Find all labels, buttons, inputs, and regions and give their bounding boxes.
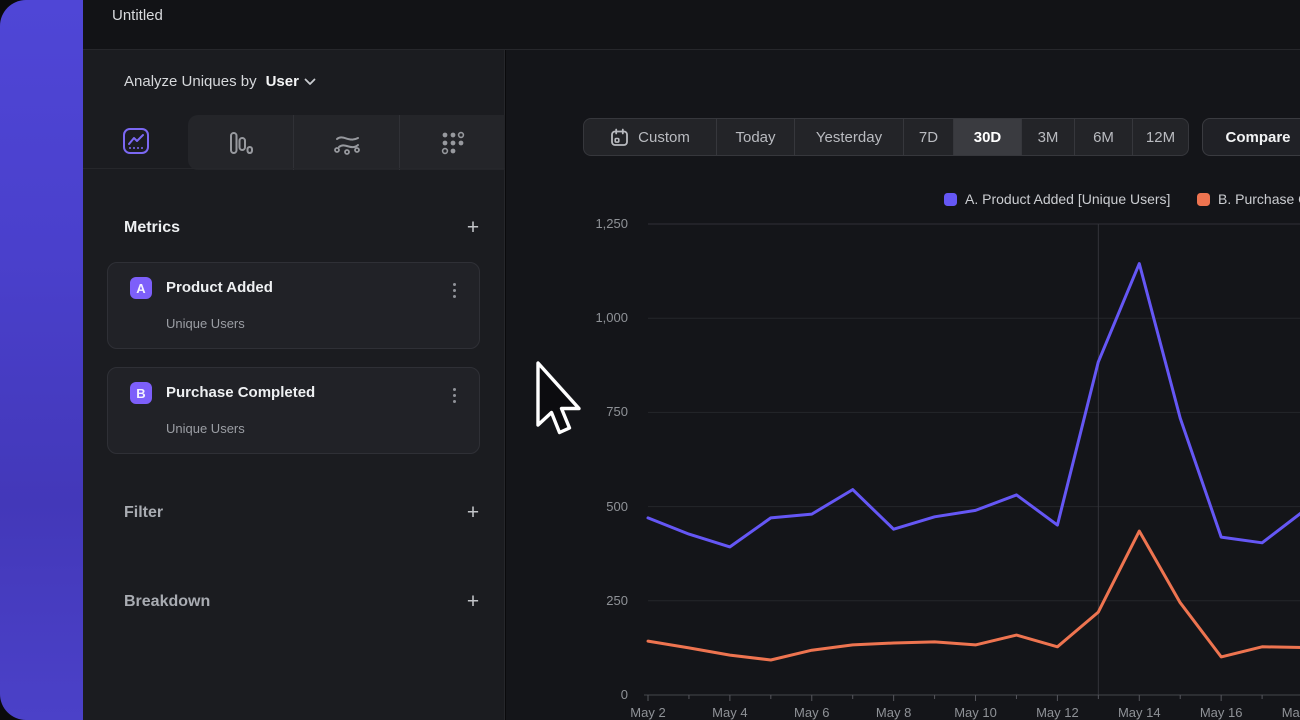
chart-type-tabs xyxy=(83,113,505,168)
app-nav-strip xyxy=(0,0,83,720)
series-line-a xyxy=(648,264,1300,547)
y-axis-tick-label: 250 xyxy=(553,593,628,608)
metric-title: Purchase Completed xyxy=(166,384,315,401)
y-axis-tick-label: 1,000 xyxy=(553,310,628,325)
filter-header-row: Filter + xyxy=(124,502,484,524)
x-axis-tick-label: May 8 xyxy=(864,705,924,720)
metric-badge-a: A xyxy=(130,277,152,299)
x-axis-tick-label: May 18 xyxy=(1273,705,1300,720)
x-axis-tick-label: May 4 xyxy=(700,705,760,720)
metric-subtitle: Unique Users xyxy=(166,421,245,436)
analyze-by-dropdown[interactable]: User xyxy=(266,73,316,90)
chevron-down-icon xyxy=(304,78,316,86)
metrics-header-row: Metrics + xyxy=(124,217,484,239)
y-axis-tick-label: 0 xyxy=(553,687,628,702)
x-axis-tick-label: May 2 xyxy=(618,705,678,720)
document-title[interactable]: Untitled xyxy=(112,7,163,24)
series-line-b xyxy=(648,531,1300,660)
breakdown-header: Breakdown xyxy=(124,593,210,611)
top-bar: Untitled xyxy=(83,0,1300,50)
bar-chart-icon xyxy=(228,130,254,156)
chart-canvas xyxy=(506,50,1300,720)
line-chart-icon xyxy=(122,127,150,155)
chart-type-tabs-group xyxy=(188,115,505,170)
analyze-by-label: Analyze Uniques by xyxy=(124,73,257,90)
metric-subtitle: Unique Users xyxy=(166,316,245,331)
divider xyxy=(83,168,505,169)
x-axis-tick-label: May 14 xyxy=(1109,705,1169,720)
metric-title: Product Added xyxy=(166,279,273,296)
metric-menu-button[interactable] xyxy=(445,280,463,300)
analyze-by-row: Analyze Uniques by User xyxy=(124,50,316,113)
metrics-header: Metrics xyxy=(124,219,180,237)
filter-header: Filter xyxy=(124,504,163,522)
metric-menu-button[interactable] xyxy=(445,385,463,405)
x-axis-tick-label: May 6 xyxy=(782,705,842,720)
x-axis-tick-label: May 16 xyxy=(1191,705,1251,720)
x-axis-tick-label: May 12 xyxy=(1027,705,1087,720)
query-sidebar: Analyze Uniques by User xyxy=(83,50,505,720)
add-filter-button[interactable]: + xyxy=(462,502,484,524)
y-axis-tick-label: 500 xyxy=(553,499,628,514)
tab-grid-dots[interactable] xyxy=(399,115,505,170)
tab-bar-chart[interactable] xyxy=(188,115,293,170)
analyze-by-value: User xyxy=(266,73,299,90)
metric-card-a[interactable]: A Product Added Unique Users xyxy=(107,262,480,349)
flow-icon xyxy=(333,130,361,156)
add-breakdown-button[interactable]: + xyxy=(462,591,484,613)
tab-line-chart[interactable] xyxy=(83,113,188,168)
y-axis-tick-label: 1,250 xyxy=(553,216,628,231)
metric-badge-b: B xyxy=(130,382,152,404)
x-axis-tick-label: May 10 xyxy=(946,705,1006,720)
tab-flow[interactable] xyxy=(293,115,399,170)
metric-card-b[interactable]: B Purchase Completed Unique Users xyxy=(107,367,480,454)
analytics-app: { "window": { "title": "Untitled" }, "co… xyxy=(0,0,1300,720)
chart-panel: Custom Today Yesterday 7D 30D 3M 6M 12M … xyxy=(506,50,1300,720)
y-axis-tick-label: 750 xyxy=(553,404,628,419)
breakdown-header-row: Breakdown + xyxy=(124,591,484,613)
grid-dots-icon xyxy=(440,130,466,156)
add-metric-button[interactable]: + xyxy=(462,217,484,239)
